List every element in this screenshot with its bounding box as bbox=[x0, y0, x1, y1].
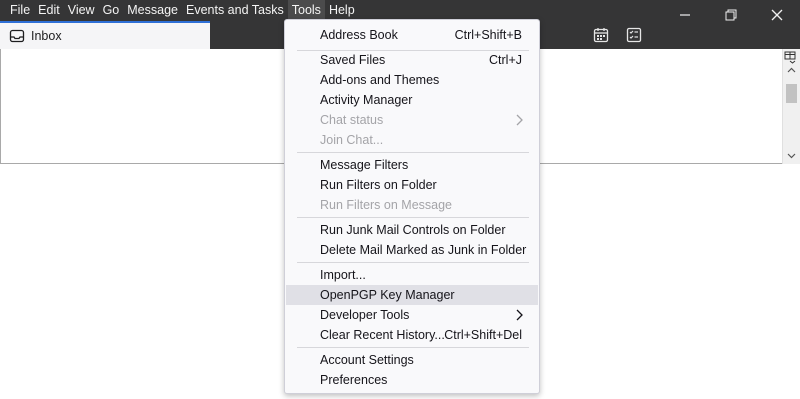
menu-item-label: Account Settings bbox=[320, 353, 414, 367]
menu-item-label: Developer Tools bbox=[320, 308, 410, 322]
menu-file[interactable]: File bbox=[6, 0, 34, 21]
minimize-icon bbox=[680, 14, 690, 16]
menu-item-label: Join Chat... bbox=[320, 133, 384, 147]
menu-item-run-filters-on-message: Run Filters on Message bbox=[286, 195, 538, 215]
menu-item-address-book[interactable]: Address Book Ctrl+Shift+B bbox=[286, 25, 538, 45]
chevron-right-icon bbox=[516, 309, 523, 321]
menu-edit[interactable]: Edit bbox=[34, 0, 64, 21]
menu-item-clear-recent-history[interactable]: Clear Recent History... Ctrl+Shift+Del bbox=[286, 325, 538, 345]
menu-item-label: OpenPGP Key Manager bbox=[320, 288, 455, 302]
close-icon bbox=[771, 9, 783, 21]
tools-menu: Address Book Ctrl+Shift+B Saved Files Ct… bbox=[284, 19, 540, 394]
inbox-icon bbox=[9, 29, 25, 43]
menu-item-openpgp-key-manager[interactable]: OpenPGP Key Manager bbox=[286, 285, 538, 305]
menu-view[interactable]: View bbox=[64, 0, 99, 21]
menu-help[interactable]: Help bbox=[325, 0, 359, 21]
tab-inbox[interactable]: Inbox bbox=[0, 21, 210, 49]
menu-item-label: Address Book bbox=[320, 28, 398, 42]
menu-go[interactable]: Go bbox=[99, 0, 124, 21]
menu-item-saved-files[interactable]: Saved Files Ctrl+J bbox=[286, 50, 538, 70]
column-picker-icon bbox=[784, 51, 796, 64]
menu-item-label: Delete Mail Marked as Junk in Folder bbox=[320, 243, 527, 257]
menu-item-import[interactable]: Import... bbox=[286, 265, 538, 285]
menu-item-message-filters[interactable]: Message Filters bbox=[286, 155, 538, 175]
menu-item-developer-tools[interactable]: Developer Tools bbox=[286, 305, 538, 325]
menu-item-shortcut: Ctrl+Shift+B bbox=[454, 28, 522, 42]
menu-item-join-chat: Join Chat... bbox=[286, 130, 538, 150]
menu-item-activity-manager[interactable]: Activity Manager bbox=[286, 90, 538, 110]
menu-item-label: Saved Files bbox=[320, 53, 386, 67]
tab-label: Inbox bbox=[31, 29, 62, 43]
menu-item-label: Add-ons and Themes bbox=[320, 73, 440, 87]
menu-item-label: Activity Manager bbox=[320, 93, 413, 107]
menu-item-account-settings[interactable]: Account Settings bbox=[286, 350, 538, 370]
menu-events-and-tasks[interactable]: Events and Tasks bbox=[182, 0, 288, 21]
calendar-button[interactable] bbox=[591, 25, 611, 45]
menu-item-label: Run Filters on Message bbox=[320, 198, 453, 212]
menu-item-run-junk-mail-controls[interactable]: Run Junk Mail Controls on Folder bbox=[286, 220, 538, 240]
menu-item-label: Run Junk Mail Controls on Folder bbox=[320, 223, 506, 237]
menu-item-label: Message Filters bbox=[320, 158, 409, 172]
scroll-down-icon[interactable] bbox=[787, 153, 796, 159]
menu-separator bbox=[297, 262, 529, 263]
menu-item-label: Run Filters on Folder bbox=[320, 178, 437, 192]
calendar-icon bbox=[593, 28, 609, 43]
menu-item-run-filters-on-folder[interactable]: Run Filters on Folder bbox=[286, 175, 538, 195]
menu-item-chat-status: Chat status bbox=[286, 110, 538, 130]
menu-item-label: Preferences bbox=[320, 373, 388, 387]
menu-item-shortcut: Ctrl+Shift+Del bbox=[444, 328, 522, 342]
menu-item-add-ons-and-themes[interactable]: Add-ons and Themes bbox=[286, 70, 538, 90]
menu-separator bbox=[297, 152, 529, 153]
menu-item-shortcut: Ctrl+J bbox=[489, 53, 522, 67]
restore-icon bbox=[725, 9, 737, 21]
menu-bar: File Edit View Go Message Events and Tas… bbox=[0, 0, 359, 21]
menu-message[interactable]: Message bbox=[123, 0, 182, 21]
menu-tools[interactable]: Tools bbox=[287, 0, 325, 21]
tasks-button[interactable] bbox=[624, 25, 644, 45]
menu-item-delete-junk-mail[interactable]: Delete Mail Marked as Junk in Folder bbox=[286, 240, 538, 260]
message-list-scrollbar[interactable] bbox=[782, 49, 800, 164]
scroll-thumb[interactable] bbox=[786, 84, 797, 103]
menu-item-preferences[interactable]: Preferences bbox=[286, 370, 538, 390]
menu-separator bbox=[297, 347, 529, 348]
tasks-icon bbox=[626, 27, 642, 43]
chevron-right-icon bbox=[516, 114, 523, 126]
menu-separator bbox=[297, 217, 529, 218]
menu-item-label: Chat status bbox=[320, 113, 384, 127]
column-picker-button[interactable] bbox=[784, 51, 798, 64]
menu-item-label: Clear Recent History... bbox=[320, 328, 445, 342]
menu-item-label: Import... bbox=[320, 268, 366, 282]
scroll-up-icon[interactable] bbox=[787, 67, 796, 73]
